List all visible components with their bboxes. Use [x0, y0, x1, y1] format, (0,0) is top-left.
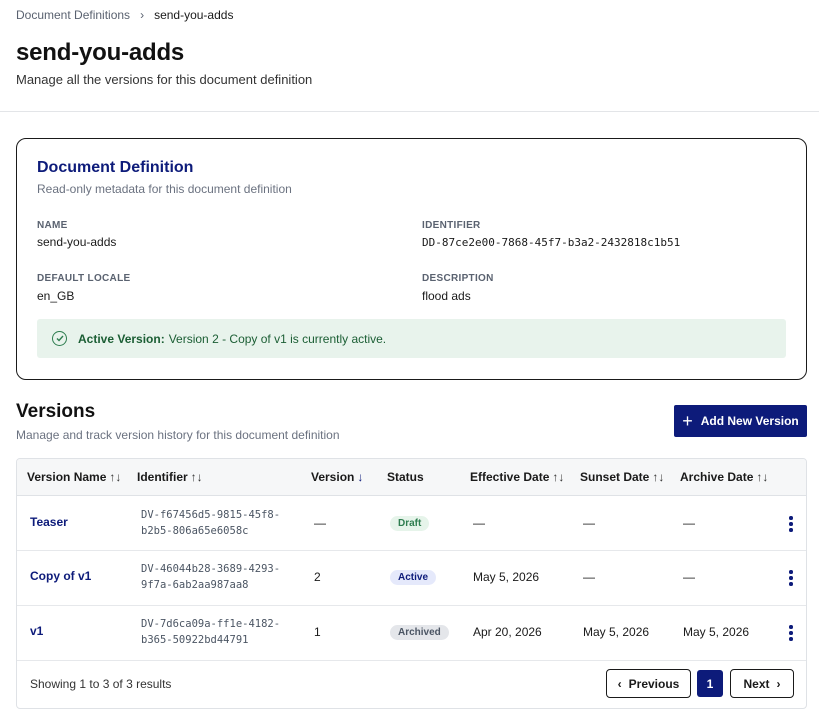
effective-date: May 5, 2026: [473, 570, 540, 584]
version-identifier: DV-46044b28-3689-4293- 9f7a-6ab2aa987aa8: [141, 561, 291, 593]
chevron-right-icon: ›: [776, 676, 781, 691]
page-title: send-you-adds: [16, 39, 185, 66]
table-header: Version Name ↑↓ Identifier ↑↓ Version ↓ Sta…: [17, 459, 806, 496]
breadcrumb-link-document-definitions[interactable]: Document Definitions: [16, 8, 130, 22]
column-label: Status: [387, 470, 424, 484]
table-row: Teaser DV-f67456d5-9815-45f8- b2b5-806a65…: [17, 496, 806, 551]
column-label: Sunset Date: [580, 470, 650, 484]
archive-date: May 5, 2026: [683, 625, 750, 639]
card-subtitle: Read-only metadata for this document def…: [37, 182, 292, 196]
version-number: —: [314, 516, 326, 530]
sort-icon: ↑↓: [190, 470, 203, 484]
plus-icon: +: [682, 411, 693, 431]
sunset-date: —: [583, 570, 595, 584]
table-row: Copy of v1 DV-46044b28-3689-4293- 9f7a-6a…: [17, 551, 806, 606]
page-subtitle: Manage all the versions for this documen…: [16, 72, 313, 87]
version-identifier: DV-f67456d5-9815-45f8- b2b5-806a65e6058c: [141, 507, 291, 539]
status-badge: Archived: [390, 625, 449, 640]
archive-date: —: [683, 516, 695, 530]
more-vertical-icon[interactable]: [789, 570, 793, 588]
breadcrumb-current: send-you-adds: [154, 8, 234, 22]
results-summary: Showing 1 to 3 of 3 results: [30, 677, 172, 691]
identifier-line: DV-7d6ca09a-ff1e-4182-: [141, 618, 281, 630]
identifier-line: 9f7a-6ab2aa987aa8: [141, 579, 249, 591]
column-header-archive-date[interactable]: Archive Date ↑↓: [680, 470, 768, 484]
version-identifier: DV-7d6ca09a-ff1e-4182- b365-50922bd44791: [141, 616, 291, 648]
versions-table: Version Name ↑↓ Identifier ↑↓ Version ↓ Sta…: [16, 458, 807, 709]
identifier-label: IDENTIFIER: [422, 220, 481, 231]
add-new-version-button[interactable]: + Add New Version: [674, 405, 807, 437]
identifier-line: b2b5-806a65e6058c: [141, 525, 249, 537]
column-label: Identifier: [137, 470, 188, 484]
sort-down-icon: ↓: [357, 470, 364, 484]
version-number: 1: [314, 625, 321, 639]
column-header-version-name[interactable]: Version Name ↑↓: [27, 470, 121, 484]
identifier-line: DV-f67456d5-9815-45f8-: [141, 509, 281, 521]
previous-page-button[interactable]: ‹ Previous: [606, 669, 691, 698]
identifier-line: b365-50922bd44791: [141, 634, 249, 646]
column-header-status: Status: [387, 470, 424, 484]
column-label: Archive Date: [680, 470, 754, 484]
default-locale-label: DEFAULT LOCALE: [37, 273, 131, 284]
header-divider: [0, 111, 819, 112]
version-number: 2: [314, 570, 321, 584]
more-vertical-icon[interactable]: [789, 625, 793, 643]
active-version-banner: Active Version: Version 2 - Copy of v1 i…: [37, 319, 786, 358]
column-label: Version: [311, 470, 355, 484]
add-new-version-label: Add New Version: [700, 414, 799, 428]
active-version-text: Version 2 - Copy of v1 is currently acti…: [168, 331, 387, 346]
card-title: Document Definition: [37, 159, 194, 176]
column-header-version[interactable]: Version ↓: [311, 470, 363, 484]
sort-icon: ↑↓: [552, 470, 565, 484]
sort-icon: ↑↓: [652, 470, 665, 484]
default-locale-value: en_GB: [37, 289, 75, 303]
sort-icon: ↑↓: [756, 470, 769, 484]
identifier-value: DD-87ce2e00-7868-45f7-b3a2-2432818c1b51: [422, 236, 681, 249]
effective-date: —: [473, 516, 485, 530]
name-value: send-you-adds: [37, 235, 117, 249]
column-label: Effective Date: [470, 470, 550, 484]
archive-date: —: [683, 570, 695, 584]
version-name-link[interactable]: Teaser: [30, 515, 68, 529]
description-label: DESCRIPTION: [422, 273, 494, 284]
column-header-effective-date[interactable]: Effective Date ↑↓: [470, 470, 564, 484]
check-circle-icon: [52, 331, 67, 346]
sort-icon: ↑↓: [109, 470, 122, 484]
previous-label: Previous: [628, 676, 680, 691]
page-number-button[interactable]: 1: [697, 670, 723, 697]
column-label: Version Name: [27, 470, 107, 484]
chevron-right-icon: ›: [140, 8, 145, 22]
document-definition-card: Document Definition Read-only metadata f…: [16, 138, 807, 380]
column-header-identifier[interactable]: Identifier ↑↓: [137, 470, 203, 484]
version-name-link[interactable]: v1: [30, 624, 43, 638]
next-page-button[interactable]: Next ›: [730, 669, 794, 698]
identifier-line: DV-46044b28-3689-4293-: [141, 563, 281, 575]
sunset-date: May 5, 2026: [583, 625, 650, 639]
name-label: NAME: [37, 220, 68, 231]
chevron-left-icon: ‹: [617, 676, 622, 691]
description-value: flood ads: [422, 289, 471, 303]
next-label: Next: [743, 676, 770, 691]
version-name-link[interactable]: Copy of v1: [30, 569, 91, 583]
effective-date: Apr 20, 2026: [473, 625, 542, 639]
more-vertical-icon[interactable]: [789, 516, 793, 534]
column-header-sunset-date[interactable]: Sunset Date ↑↓: [580, 470, 664, 484]
breadcrumb: Document Definitions › send-you-adds: [16, 8, 233, 22]
sunset-date: —: [583, 516, 595, 530]
status-badge: Draft: [390, 516, 430, 531]
table-row: v1 DV-7d6ca09a-ff1e-4182- b365-50922bd447…: [17, 606, 806, 661]
versions-title: Versions: [16, 401, 96, 422]
status-badge: Active: [390, 570, 437, 585]
active-version-label: Active Version:: [78, 331, 165, 346]
versions-subtitle: Manage and track version history for thi…: [16, 428, 340, 442]
